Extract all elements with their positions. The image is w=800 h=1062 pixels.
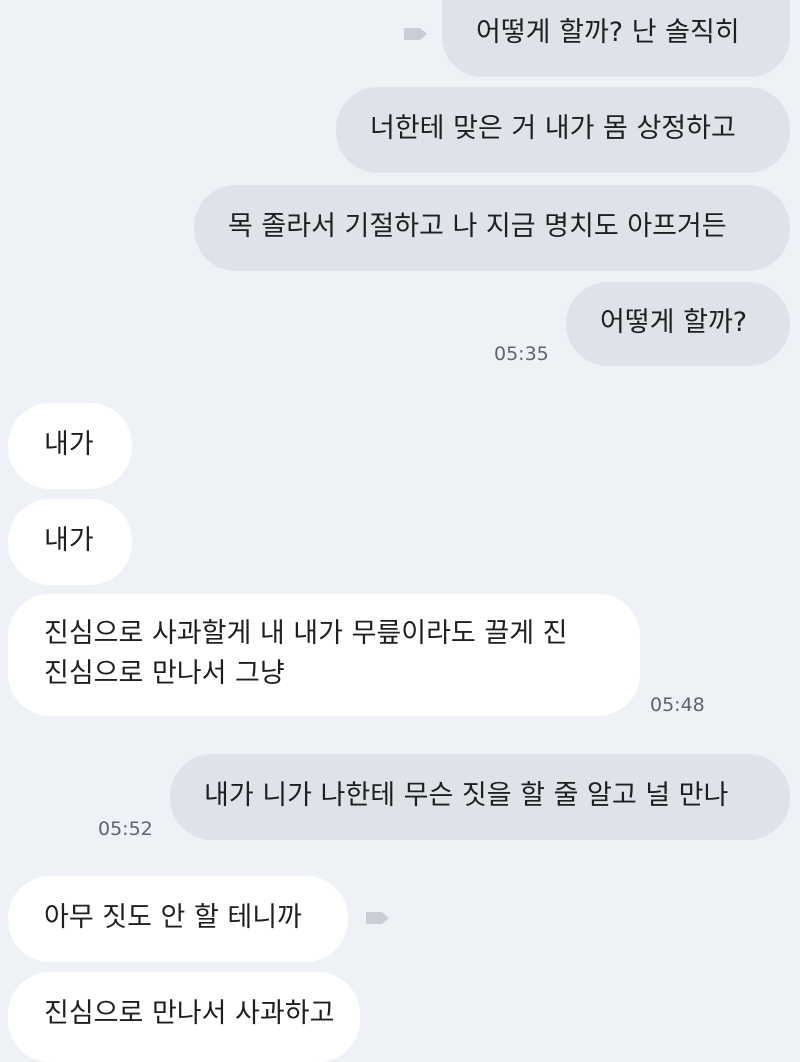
message-incoming[interactable]: 내가 bbox=[8, 499, 132, 585]
message-text: 어떻게 할까? 난 솔직히 bbox=[476, 17, 740, 48]
tag-icon[interactable] bbox=[402, 27, 428, 41]
message-text: 내가 bbox=[44, 429, 94, 460]
message-outgoing[interactable]: 내가 니가 나한테 무슨 짓을 할 줄 알고 널 만나 bbox=[170, 754, 790, 840]
message-outgoing[interactable]: 어떻게 할까? bbox=[566, 282, 790, 366]
message-text-line: 진심으로 만나서 그냥 bbox=[44, 658, 285, 689]
message-text: 진심으로 만나서 사과하고 bbox=[44, 998, 335, 1029]
message-text: 너한테 맞은 거 내가 몸 상정하고 bbox=[370, 113, 736, 144]
message-text: 아무 짓도 안 할 테니까 bbox=[44, 902, 302, 933]
timestamp: 05:48 bbox=[650, 694, 705, 716]
message-incoming[interactable]: 진심으로 만나서 사과하고 bbox=[8, 972, 360, 1062]
message-outgoing[interactable]: 목 졸라서 기절하고 나 지금 명치도 아프거든 bbox=[194, 185, 790, 271]
message-incoming[interactable]: 진심으로 사과할게 내 내가 무릎이라도 끌게 진 진심으로 만나서 그냥 bbox=[8, 594, 640, 716]
message-text: 내가 bbox=[44, 525, 94, 556]
tag-icon[interactable] bbox=[364, 911, 390, 925]
message-incoming[interactable]: 아무 짓도 안 할 테니까 bbox=[8, 876, 348, 962]
message-text-line: 진심으로 사과할게 내 내가 무릎이라도 끌게 진 bbox=[44, 618, 568, 649]
message-outgoing[interactable]: 어떻게 할까? 난 솔직히 bbox=[442, 0, 790, 77]
message-outgoing[interactable]: 너한테 맞은 거 내가 몸 상정하고 bbox=[336, 87, 790, 173]
message-text: 목 졸라서 기절하고 나 지금 명치도 아프거든 bbox=[228, 211, 727, 242]
message-incoming[interactable]: 내가 bbox=[8, 403, 132, 489]
message-text: 어떻게 할까? bbox=[600, 307, 748, 338]
message-text: 내가 니가 나한테 무슨 짓을 할 줄 알고 널 만나 bbox=[204, 780, 729, 811]
timestamp: 05:35 bbox=[494, 343, 549, 365]
timestamp: 05:52 bbox=[98, 818, 153, 840]
